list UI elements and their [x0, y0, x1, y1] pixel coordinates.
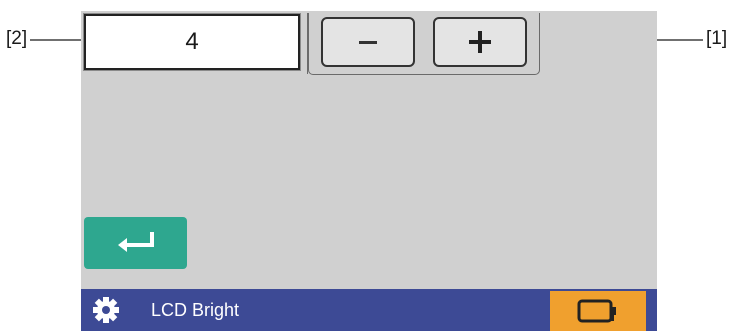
minus-icon — [359, 40, 377, 44]
battery-icon — [577, 299, 616, 323]
device-screen: 4 LCD Bright — [81, 11, 657, 331]
gear-icon — [93, 297, 119, 323]
page-title: LCD Bright — [151, 300, 240, 320]
callout-label-1: [1] — [706, 28, 728, 49]
footer-bar: LCD Bright — [81, 289, 657, 331]
plus-icon — [469, 31, 491, 53]
battery-button[interactable] — [550, 291, 646, 331]
decrement-button[interactable] — [321, 17, 415, 67]
enter-button[interactable] — [84, 217, 187, 269]
increment-button[interactable] — [433, 17, 527, 67]
value-field[interactable]: 4 — [84, 14, 300, 70]
callout-label-2: [2] — [6, 28, 28, 49]
stepper-group — [307, 13, 540, 75]
enter-return-icon — [117, 232, 154, 252]
